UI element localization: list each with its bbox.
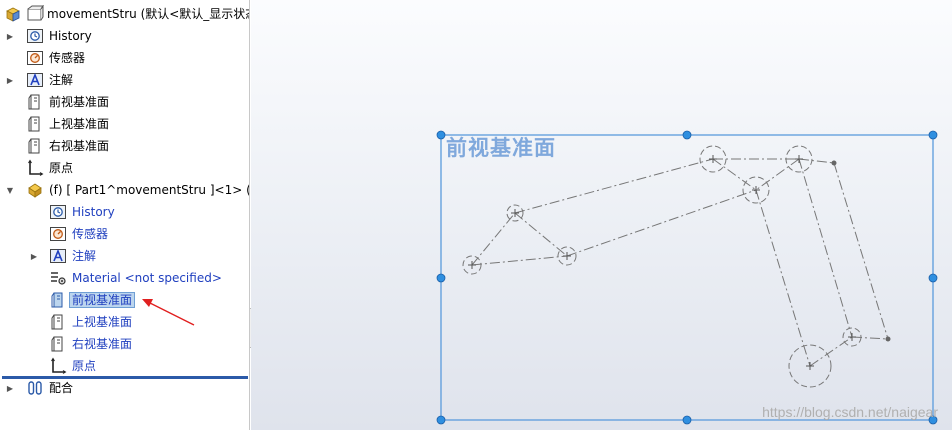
annotation-arrow-icon — [142, 299, 195, 326]
graphics-viewport[interactable]: 前视基准面 https://blog.csdn.net/naigear — [251, 0, 952, 430]
linkage-sketch — [471, 158, 889, 367]
sketch-canvas — [436, 130, 938, 425]
front-plane-outline — [440, 134, 934, 421]
sketch-point — [885, 336, 891, 342]
feature-manager-tree: movementStru (默认<默认_显示状态 ▶ History 传感器 ▶ — [0, 0, 250, 430]
plane-handles — [436, 130, 938, 425]
joint-circles — [462, 145, 862, 388]
sketch-point — [831, 160, 837, 166]
watermark-text: https://blog.csdn.net/naigear — [762, 404, 938, 420]
plane-name-label: 前视基准面 — [446, 136, 556, 160]
joint-centers — [468, 155, 856, 370]
